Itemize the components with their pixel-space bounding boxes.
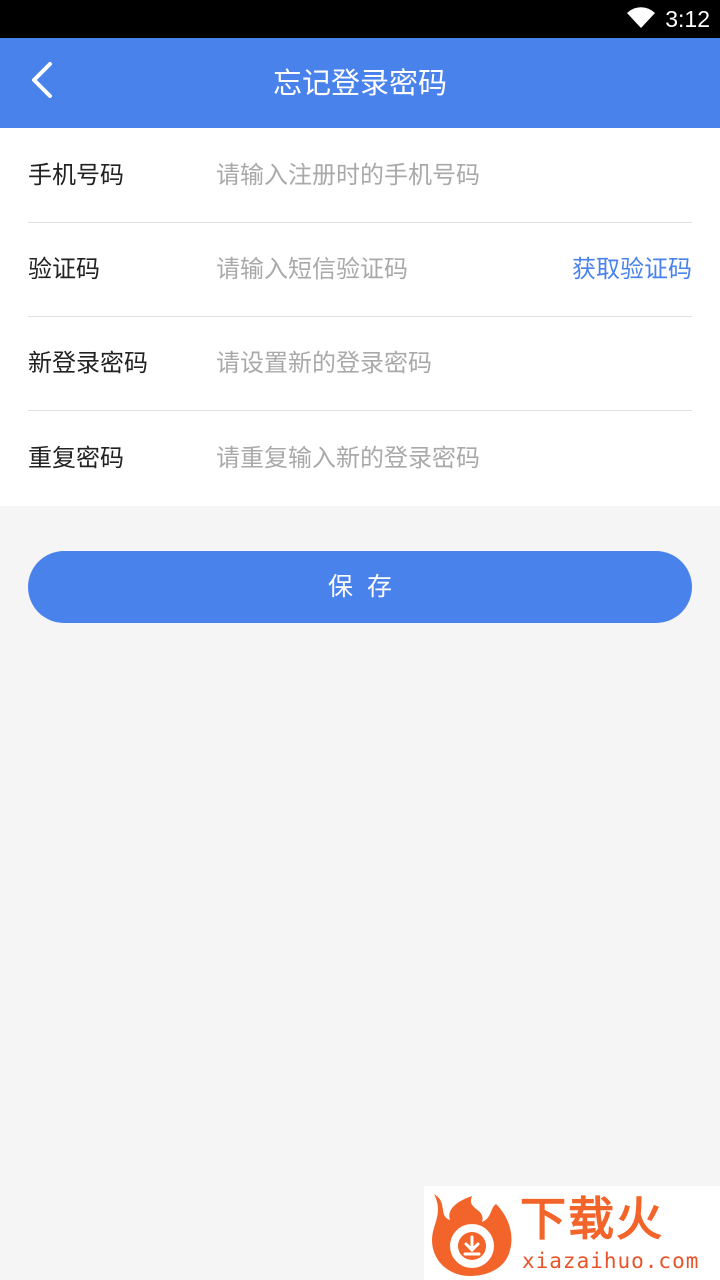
- code-row: 验证码 获取验证码: [28, 222, 692, 317]
- phone-label: 手机号码: [28, 161, 124, 189]
- page-title: 忘记登录密码: [272, 66, 447, 100]
- repeat-password-label: 重复密码: [28, 444, 124, 472]
- repeat-password-row: 重复密码: [28, 411, 692, 505]
- back-button[interactable]: [20, 58, 64, 102]
- reset-password-form: 手机号码 验证码 获取验证码 新登录密码 重复密码: [0, 128, 720, 506]
- status-bar: 3:12: [0, 0, 720, 38]
- sms-code-input[interactable]: [216, 246, 546, 292]
- wifi-icon: [627, 7, 655, 28]
- watermark-url: xiazaihuo.com: [522, 1249, 700, 1273]
- phone-input[interactable]: [216, 152, 686, 198]
- flame-download-icon: [432, 1194, 512, 1276]
- watermark: 下载火 xiazaihuo.com: [424, 1186, 720, 1280]
- new-password-row: 新登录密码: [28, 316, 692, 411]
- new-password-input[interactable]: [216, 340, 686, 386]
- app-bar: 忘记登录密码: [0, 38, 720, 128]
- status-time: 3:12: [665, 6, 710, 32]
- watermark-brand: 下载火: [520, 1192, 664, 1246]
- new-password-label: 新登录密码: [28, 349, 148, 377]
- phone-row: 手机号码: [28, 128, 692, 223]
- code-label: 验证码: [28, 255, 100, 283]
- chevron-left-icon: [32, 62, 52, 98]
- get-code-button[interactable]: 获取验证码: [572, 222, 692, 316]
- save-button[interactable]: 保存: [28, 551, 692, 623]
- repeat-password-input[interactable]: [216, 435, 686, 481]
